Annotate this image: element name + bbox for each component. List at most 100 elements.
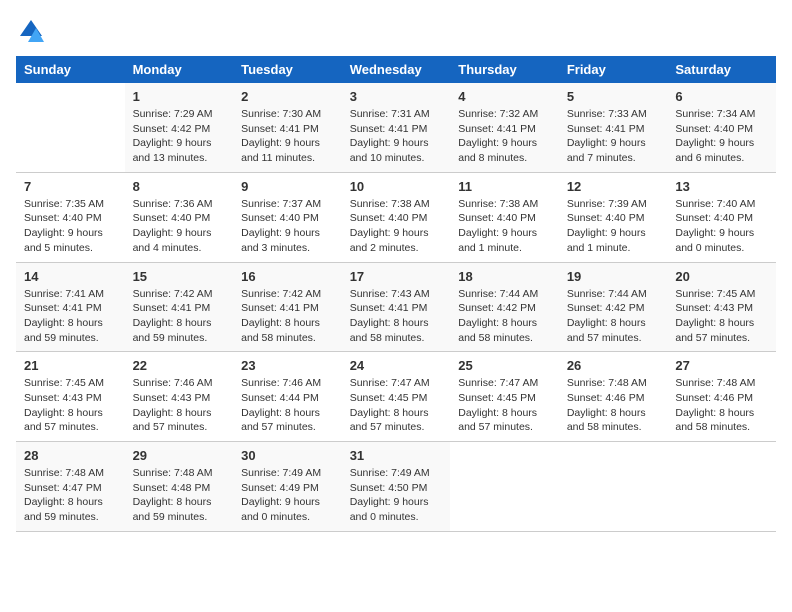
day-number: 12	[567, 179, 660, 194]
day-number: 14	[24, 269, 117, 284]
day-info: Sunrise: 7:35 AM Sunset: 4:40 PM Dayligh…	[24, 197, 117, 256]
calendar-cell: 21 Sunrise: 7:45 AM Sunset: 4:43 PM Dayli…	[16, 352, 125, 442]
day-info: Sunrise: 7:37 AM Sunset: 4:40 PM Dayligh…	[241, 197, 334, 256]
day-number: 8	[133, 179, 226, 194]
day-number: 3	[350, 89, 443, 104]
day-info: Sunrise: 7:47 AM Sunset: 4:45 PM Dayligh…	[350, 376, 443, 435]
day-info: Sunrise: 7:45 AM Sunset: 4:43 PM Dayligh…	[675, 287, 768, 346]
day-info: Sunrise: 7:46 AM Sunset: 4:44 PM Dayligh…	[241, 376, 334, 435]
day-info: Sunrise: 7:34 AM Sunset: 4:40 PM Dayligh…	[675, 107, 768, 166]
calendar-cell: 31 Sunrise: 7:49 AM Sunset: 4:50 PM Dayli…	[342, 442, 451, 532]
day-info: Sunrise: 7:49 AM Sunset: 4:50 PM Dayligh…	[350, 466, 443, 525]
calendar-cell: 5Sunrise: 7:33 AM Sunset: 4:41 PM Daylig…	[559, 83, 668, 172]
day-info: Sunrise: 7:46 AM Sunset: 4:43 PM Dayligh…	[133, 376, 226, 435]
day-number: 11	[458, 179, 551, 194]
calendar-cell: 22 Sunrise: 7:46 AM Sunset: 4:43 PM Dayli…	[125, 352, 234, 442]
day-info: Sunrise: 7:48 AM Sunset: 4:46 PM Dayligh…	[675, 376, 768, 435]
day-number: 28	[24, 448, 117, 463]
calendar-cell: 25 Sunrise: 7:47 AM Sunset: 4:45 PM Dayli…	[450, 352, 559, 442]
day-number: 2	[241, 89, 334, 104]
calendar-cell: 26 Sunrise: 7:48 AM Sunset: 4:46 PM Dayli…	[559, 352, 668, 442]
day-number: 4	[458, 89, 551, 104]
day-number: 10	[350, 179, 443, 194]
day-info: Sunrise: 7:41 AM Sunset: 4:41 PM Dayligh…	[24, 287, 117, 346]
calendar-cell: 24 Sunrise: 7:47 AM Sunset: 4:45 PM Dayli…	[342, 352, 451, 442]
day-info: Sunrise: 7:45 AM Sunset: 4:43 PM Dayligh…	[24, 376, 117, 435]
calendar-cell: 18 Sunrise: 7:44 AM Sunset: 4:42 PM Dayli…	[450, 262, 559, 352]
day-info: Sunrise: 7:44 AM Sunset: 4:42 PM Dayligh…	[458, 287, 551, 346]
calendar-cell: 27 Sunrise: 7:48 AM Sunset: 4:46 PM Dayli…	[667, 352, 776, 442]
calendar-cell: 12Sunrise: 7:39 AM Sunset: 4:40 PM Dayli…	[559, 172, 668, 262]
calendar-cell	[450, 442, 559, 532]
calendar-cell: 20 Sunrise: 7:45 AM Sunset: 4:43 PM Dayli…	[667, 262, 776, 352]
day-info: Sunrise: 7:42 AM Sunset: 4:41 PM Dayligh…	[241, 287, 334, 346]
day-number: 31	[350, 448, 443, 463]
day-number: 24	[350, 358, 443, 373]
calendar-cell: 6 Sunrise: 7:34 AM Sunset: 4:40 PM Daylig…	[667, 83, 776, 172]
calendar-week-row: 1Sunrise: 7:29 AM Sunset: 4:42 PM Daylig…	[16, 83, 776, 172]
day-info: Sunrise: 7:47 AM Sunset: 4:45 PM Dayligh…	[458, 376, 551, 435]
header-row: SundayMondayTuesdayWednesdayThursdayFrid…	[16, 56, 776, 83]
calendar-cell: 1Sunrise: 7:29 AM Sunset: 4:42 PM Daylig…	[125, 83, 234, 172]
day-number: 6	[675, 89, 768, 104]
calendar-cell: 9 Sunrise: 7:37 AM Sunset: 4:40 PM Daylig…	[233, 172, 342, 262]
calendar-cell: 30 Sunrise: 7:49 AM Sunset: 4:49 PM Dayli…	[233, 442, 342, 532]
calendar-cell: 8 Sunrise: 7:36 AM Sunset: 4:40 PM Daylig…	[125, 172, 234, 262]
day-info: Sunrise: 7:48 AM Sunset: 4:46 PM Dayligh…	[567, 376, 660, 435]
day-number: 20	[675, 269, 768, 284]
day-number: 21	[24, 358, 117, 373]
calendar-cell: 4Sunrise: 7:32 AM Sunset: 4:41 PM Daylig…	[450, 83, 559, 172]
day-info: Sunrise: 7:31 AM Sunset: 4:41 PM Dayligh…	[350, 107, 443, 166]
day-info: Sunrise: 7:40 AM Sunset: 4:40 PM Dayligh…	[675, 197, 768, 256]
calendar-cell: 16 Sunrise: 7:42 AM Sunset: 4:41 PM Dayli…	[233, 262, 342, 352]
day-info: Sunrise: 7:49 AM Sunset: 4:49 PM Dayligh…	[241, 466, 334, 525]
calendar-cell: 7 Sunrise: 7:35 AM Sunset: 4:40 PM Daylig…	[16, 172, 125, 262]
day-header: Saturday	[667, 56, 776, 83]
day-number: 23	[241, 358, 334, 373]
day-number: 30	[241, 448, 334, 463]
day-info: Sunrise: 7:48 AM Sunset: 4:48 PM Dayligh…	[133, 466, 226, 525]
calendar-cell: 28Sunrise: 7:48 AM Sunset: 4:47 PM Dayli…	[16, 442, 125, 532]
day-number: 26	[567, 358, 660, 373]
day-number: 1	[133, 89, 226, 104]
day-header: Friday	[559, 56, 668, 83]
day-number: 25	[458, 358, 551, 373]
calendar-week-row: 14 Sunrise: 7:41 AM Sunset: 4:41 PM Dayli…	[16, 262, 776, 352]
day-header: Sunday	[16, 56, 125, 83]
day-info: Sunrise: 7:30 AM Sunset: 4:41 PM Dayligh…	[241, 107, 334, 166]
day-number: 19	[567, 269, 660, 284]
day-number: 29	[133, 448, 226, 463]
calendar-cell	[559, 442, 668, 532]
calendar-cell: 15Sunrise: 7:42 AM Sunset: 4:41 PM Dayli…	[125, 262, 234, 352]
calendar-week-row: 28Sunrise: 7:48 AM Sunset: 4:47 PM Dayli…	[16, 442, 776, 532]
day-number: 7	[24, 179, 117, 194]
day-number: 16	[241, 269, 334, 284]
logo	[16, 16, 50, 46]
calendar-cell: 17Sunrise: 7:43 AM Sunset: 4:41 PM Dayli…	[342, 262, 451, 352]
calendar-cell: 19 Sunrise: 7:44 AM Sunset: 4:42 PM Dayli…	[559, 262, 668, 352]
day-info: Sunrise: 7:36 AM Sunset: 4:40 PM Dayligh…	[133, 197, 226, 256]
day-number: 9	[241, 179, 334, 194]
day-info: Sunrise: 7:38 AM Sunset: 4:40 PM Dayligh…	[458, 197, 551, 256]
day-header: Wednesday	[342, 56, 451, 83]
day-number: 13	[675, 179, 768, 194]
day-header: Tuesday	[233, 56, 342, 83]
calendar-cell: 23 Sunrise: 7:46 AM Sunset: 4:44 PM Dayli…	[233, 352, 342, 442]
day-number: 5	[567, 89, 660, 104]
calendar-table: SundayMondayTuesdayWednesdayThursdayFrid…	[16, 56, 776, 532]
calendar-cell	[16, 83, 125, 172]
day-number: 22	[133, 358, 226, 373]
calendar-week-row: 21 Sunrise: 7:45 AM Sunset: 4:43 PM Dayli…	[16, 352, 776, 442]
logo-icon	[16, 16, 46, 46]
calendar-cell: 14 Sunrise: 7:41 AM Sunset: 4:41 PM Dayli…	[16, 262, 125, 352]
day-number: 18	[458, 269, 551, 284]
day-header: Thursday	[450, 56, 559, 83]
calendar-week-row: 7 Sunrise: 7:35 AM Sunset: 4:40 PM Daylig…	[16, 172, 776, 262]
calendar-cell: 11 Sunrise: 7:38 AM Sunset: 4:40 PM Dayli…	[450, 172, 559, 262]
day-info: Sunrise: 7:38 AM Sunset: 4:40 PM Dayligh…	[350, 197, 443, 256]
calendar-cell: 13 Sunrise: 7:40 AM Sunset: 4:40 PM Dayli…	[667, 172, 776, 262]
day-info: Sunrise: 7:44 AM Sunset: 4:42 PM Dayligh…	[567, 287, 660, 346]
day-number: 27	[675, 358, 768, 373]
calendar-cell: 29 Sunrise: 7:48 AM Sunset: 4:48 PM Dayli…	[125, 442, 234, 532]
calendar-cell	[667, 442, 776, 532]
